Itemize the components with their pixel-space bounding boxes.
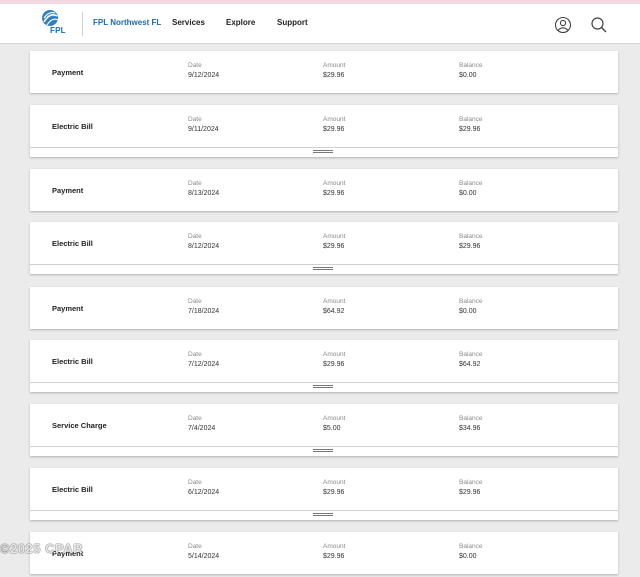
transaction-type: Service Charge	[52, 421, 107, 430]
amount-label: Amount	[323, 543, 346, 550]
user-circle-icon[interactable]	[554, 16, 572, 34]
header-divider	[82, 12, 83, 36]
transaction-card[interactable]: Electric Bill Date 7/12/2024 Amount $29.…	[30, 340, 618, 392]
site-header: FPL FPL Northwest FL Services Explore Su…	[0, 4, 640, 44]
date-label: Date	[188, 116, 202, 123]
drag-handle-icon	[313, 385, 333, 389]
balance-value: $0.00	[459, 190, 477, 197]
balance-value: $29.96	[459, 243, 481, 250]
balance-label: Balance	[459, 351, 483, 358]
transaction-type: Electric Bill	[52, 122, 93, 131]
amount-value: $29.96	[323, 361, 345, 368]
amount-label: Amount	[323, 351, 346, 358]
amount-value: $5.00	[323, 425, 341, 432]
transaction-card[interactable]: Electric Bill Date 9/11/2024 Amount $29.…	[30, 105, 618, 157]
date-label: Date	[188, 233, 202, 240]
transaction-type: Payment	[52, 68, 84, 77]
expand-details-handle[interactable]	[30, 446, 618, 455]
date-value: 7/12/2024	[188, 361, 220, 368]
transaction-card[interactable]: Payment Date 7/18/2024 Amount $64.92 Bal…	[30, 287, 618, 329]
date-label: Date	[188, 180, 202, 187]
balance-value: $29.96	[459, 126, 481, 133]
amount-label: Amount	[323, 116, 346, 123]
date-value: 9/12/2024	[188, 72, 220, 79]
transaction-card[interactable]: Payment Date 5/14/2024 Amount $29.96 Bal…	[30, 532, 618, 574]
nav-services[interactable]: Services	[172, 18, 205, 27]
date-label: Date	[188, 62, 202, 69]
expand-details-handle[interactable]	[30, 264, 618, 273]
amount-label: Amount	[323, 62, 346, 69]
date-value: 7/18/2024	[188, 308, 220, 315]
copyright-watermark: ©2025 CPAR	[0, 541, 83, 556]
transaction-card[interactable]: Service Charge Date 7/4/2024 Amount $5.0…	[30, 404, 618, 456]
drag-handle-icon	[313, 449, 333, 453]
nav-support[interactable]: Support	[277, 18, 308, 27]
amount-label: Amount	[323, 180, 346, 187]
balance-value: $34.96	[459, 425, 481, 432]
balance-label: Balance	[459, 233, 483, 240]
date-label: Date	[188, 415, 202, 422]
amount-label: Amount	[323, 479, 346, 486]
balance-value: $64.92	[459, 361, 481, 368]
nav-explore[interactable]: Explore	[226, 18, 255, 27]
drag-handle-icon	[313, 150, 333, 154]
date-value: 8/13/2024	[188, 190, 220, 197]
amount-label: Amount	[323, 298, 346, 305]
balance-label: Balance	[459, 62, 483, 69]
fpl-logo-icon[interactable]	[38, 8, 72, 40]
drag-handle-icon	[313, 267, 333, 271]
expand-details-handle[interactable]	[30, 382, 618, 391]
balance-label: Balance	[459, 116, 483, 123]
balance-label: Balance	[459, 415, 483, 422]
date-value: 7/4/2024	[188, 425, 216, 432]
amount-label: Amount	[323, 415, 346, 422]
balance-label: Balance	[459, 298, 483, 305]
transaction-type: Payment	[52, 186, 84, 195]
amount-label: Amount	[323, 233, 346, 240]
balance-value: $0.00	[459, 308, 477, 315]
transaction-card[interactable]: Electric Bill Date 6/12/2024 Amount $29.…	[30, 468, 618, 520]
drag-handle-icon	[313, 513, 333, 517]
balance-value: $0.00	[459, 553, 477, 560]
balance-value: $0.00	[459, 72, 477, 79]
amount-value: $29.96	[323, 190, 345, 197]
date-label: Date	[188, 298, 202, 305]
date-label: Date	[188, 351, 202, 358]
transaction-card[interactable]: Electric Bill Date 8/12/2024 Amount $29.…	[30, 222, 618, 274]
date-value: 5/14/2024	[188, 553, 220, 560]
brand-region-link[interactable]: FPL Northwest FL	[93, 18, 161, 27]
transaction-type: Electric Bill	[52, 485, 93, 494]
amount-value: $29.96	[323, 126, 345, 133]
transaction-type: Electric Bill	[52, 357, 93, 366]
amount-value: $64.92	[323, 308, 345, 315]
date-value: 6/12/2024	[188, 489, 220, 496]
balance-label: Balance	[459, 543, 483, 550]
amount-value: $29.96	[323, 243, 345, 250]
date-value: 9/11/2024	[188, 126, 219, 133]
date-label: Date	[188, 479, 202, 486]
logo-text: FPL	[50, 26, 66, 35]
transaction-card[interactable]: Payment Date 9/12/2024 Amount $29.96 Bal…	[30, 51, 618, 93]
amount-value: $29.96	[323, 72, 345, 79]
expand-details-handle[interactable]	[30, 510, 618, 519]
date-label: Date	[188, 543, 202, 550]
transaction-card[interactable]: Payment Date 8/13/2024 Amount $29.96 Bal…	[30, 169, 618, 211]
expand-details-handle[interactable]	[30, 147, 618, 156]
transaction-type: Payment	[52, 304, 84, 313]
balance-value: $29.96	[459, 489, 481, 496]
transaction-type: Electric Bill	[52, 239, 93, 248]
amount-value: $29.96	[323, 489, 345, 496]
date-value: 8/12/2024	[188, 243, 220, 250]
amount-value: $29.96	[323, 553, 345, 560]
search-icon[interactable]	[590, 16, 608, 34]
balance-label: Balance	[459, 479, 483, 486]
balance-label: Balance	[459, 180, 483, 187]
